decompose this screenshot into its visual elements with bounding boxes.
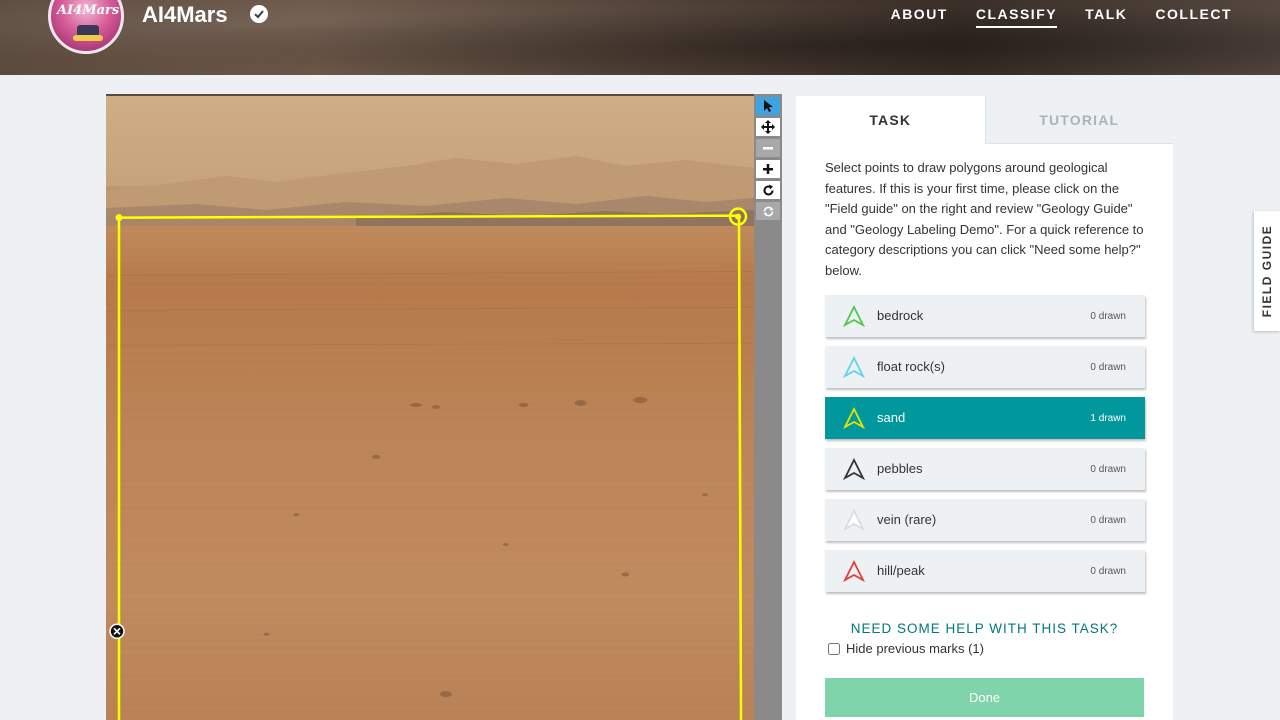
answer-count: 0 drawn [1090, 515, 1126, 526]
project-title[interactable]: AI4Mars [142, 2, 228, 28]
task-instructions: Select points to draw polygons around ge… [825, 160, 1144, 278]
answer-bedrock[interactable]: bedrock 0 drawn [825, 295, 1145, 337]
answer-label: float rock(s) [877, 359, 945, 374]
logo-text: AI4Mars [57, 3, 120, 18]
answer-list: bedrock 0 drawn float rock(s) 0 drawn sa… [825, 295, 1145, 601]
sand-polygon-outline[interactable] [117, 214, 743, 720]
answer-label: hill/peak [877, 563, 925, 578]
hide-previous-marks[interactable]: Hide previous marks (1) [828, 641, 984, 656]
answer-label: vein (rare) [877, 512, 937, 527]
hill-peak-polygon-tool-icon [843, 560, 865, 582]
nav-talk[interactable]: TALK [1085, 6, 1127, 28]
nav-classify[interactable]: CLASSIFY [975, 6, 1058, 28]
field-guide-label: FIELD GUIDE [1260, 224, 1274, 318]
pointer-icon [764, 100, 773, 112]
float-rocks-polygon-tool-icon [843, 356, 865, 378]
hide-marks-label: Hide previous marks (1) [846, 641, 984, 656]
answer-label: pebbles [877, 461, 923, 476]
tab-task[interactable]: TASK [796, 96, 985, 144]
nav-collect[interactable]: COLLECT [1155, 6, 1232, 28]
answer-float-rocks[interactable]: float rock(s) 0 drawn [825, 346, 1145, 388]
reset-icon [763, 206, 773, 216]
answer-pebbles[interactable]: pebbles 0 drawn [825, 448, 1145, 490]
pointer-tool-button[interactable] [756, 97, 780, 115]
zoom-out-button[interactable] [756, 139, 780, 157]
rotate-button[interactable] [756, 181, 780, 199]
answer-label: bedrock [877, 308, 924, 323]
move-tool-button[interactable] [756, 118, 780, 136]
pebbles-polygon-tool-icon [843, 458, 865, 480]
move-icon [761, 120, 775, 134]
scattered-rocks [107, 207, 753, 720]
task-panel: TASK TUTORIAL Select points to draw poly… [796, 96, 1173, 720]
done-button[interactable]: Done [825, 678, 1144, 717]
tab-tutorial[interactable]: TUTORIAL [984, 96, 1173, 144]
field-guide-tab[interactable]: FIELD GUIDE [1254, 211, 1280, 331]
answer-hill-peak[interactable]: hill/peak 0 drawn [825, 550, 1145, 592]
zoom-in-icon [763, 164, 773, 174]
need-help-link[interactable]: NEED SOME HELP WITH THIS TASK? [796, 621, 1173, 636]
answer-sand[interactable]: sand 1 drawn [825, 397, 1145, 439]
bedrock-polygon-tool-icon [843, 305, 865, 327]
panel-tabs: TASK TUTORIAL [796, 96, 1173, 144]
vein-polygon-tool-icon [843, 509, 865, 531]
answer-count: 0 drawn [1090, 566, 1126, 577]
zoom-in-button[interactable] [756, 160, 780, 178]
answer-count: 0 drawn [1090, 362, 1126, 373]
project-nav: ABOUT CLASSIFY TALK COLLECT [891, 6, 1232, 28]
answer-count: 0 drawn [1090, 311, 1126, 322]
site-header: AI4Mars AI4Mars ABOUT CLASSIFY TALK COLL… [0, 0, 1280, 75]
answer-label: sand [877, 410, 906, 425]
delete-mark-icon[interactable] [109, 623, 125, 640]
answer-vein[interactable]: vein (rare) 0 drawn [825, 499, 1145, 541]
hide-marks-checkbox[interactable] [828, 642, 840, 655]
answer-count: 1 drawn [1090, 413, 1126, 424]
project-logo[interactable]: AI4Mars [48, 0, 124, 54]
reset-button[interactable] [756, 202, 780, 220]
sand-polygon-tool-icon [843, 407, 865, 429]
polygon-vertex-handle[interactable] [115, 214, 123, 222]
answer-count: 0 drawn [1090, 464, 1126, 475]
zoom-out-icon [763, 147, 773, 150]
verified-badge-icon [250, 5, 268, 23]
rotate-icon [763, 184, 773, 195]
nav-about[interactable]: ABOUT [891, 6, 948, 28]
subject-image-viewer[interactable] [106, 94, 754, 720]
rover-icon [73, 25, 103, 41]
